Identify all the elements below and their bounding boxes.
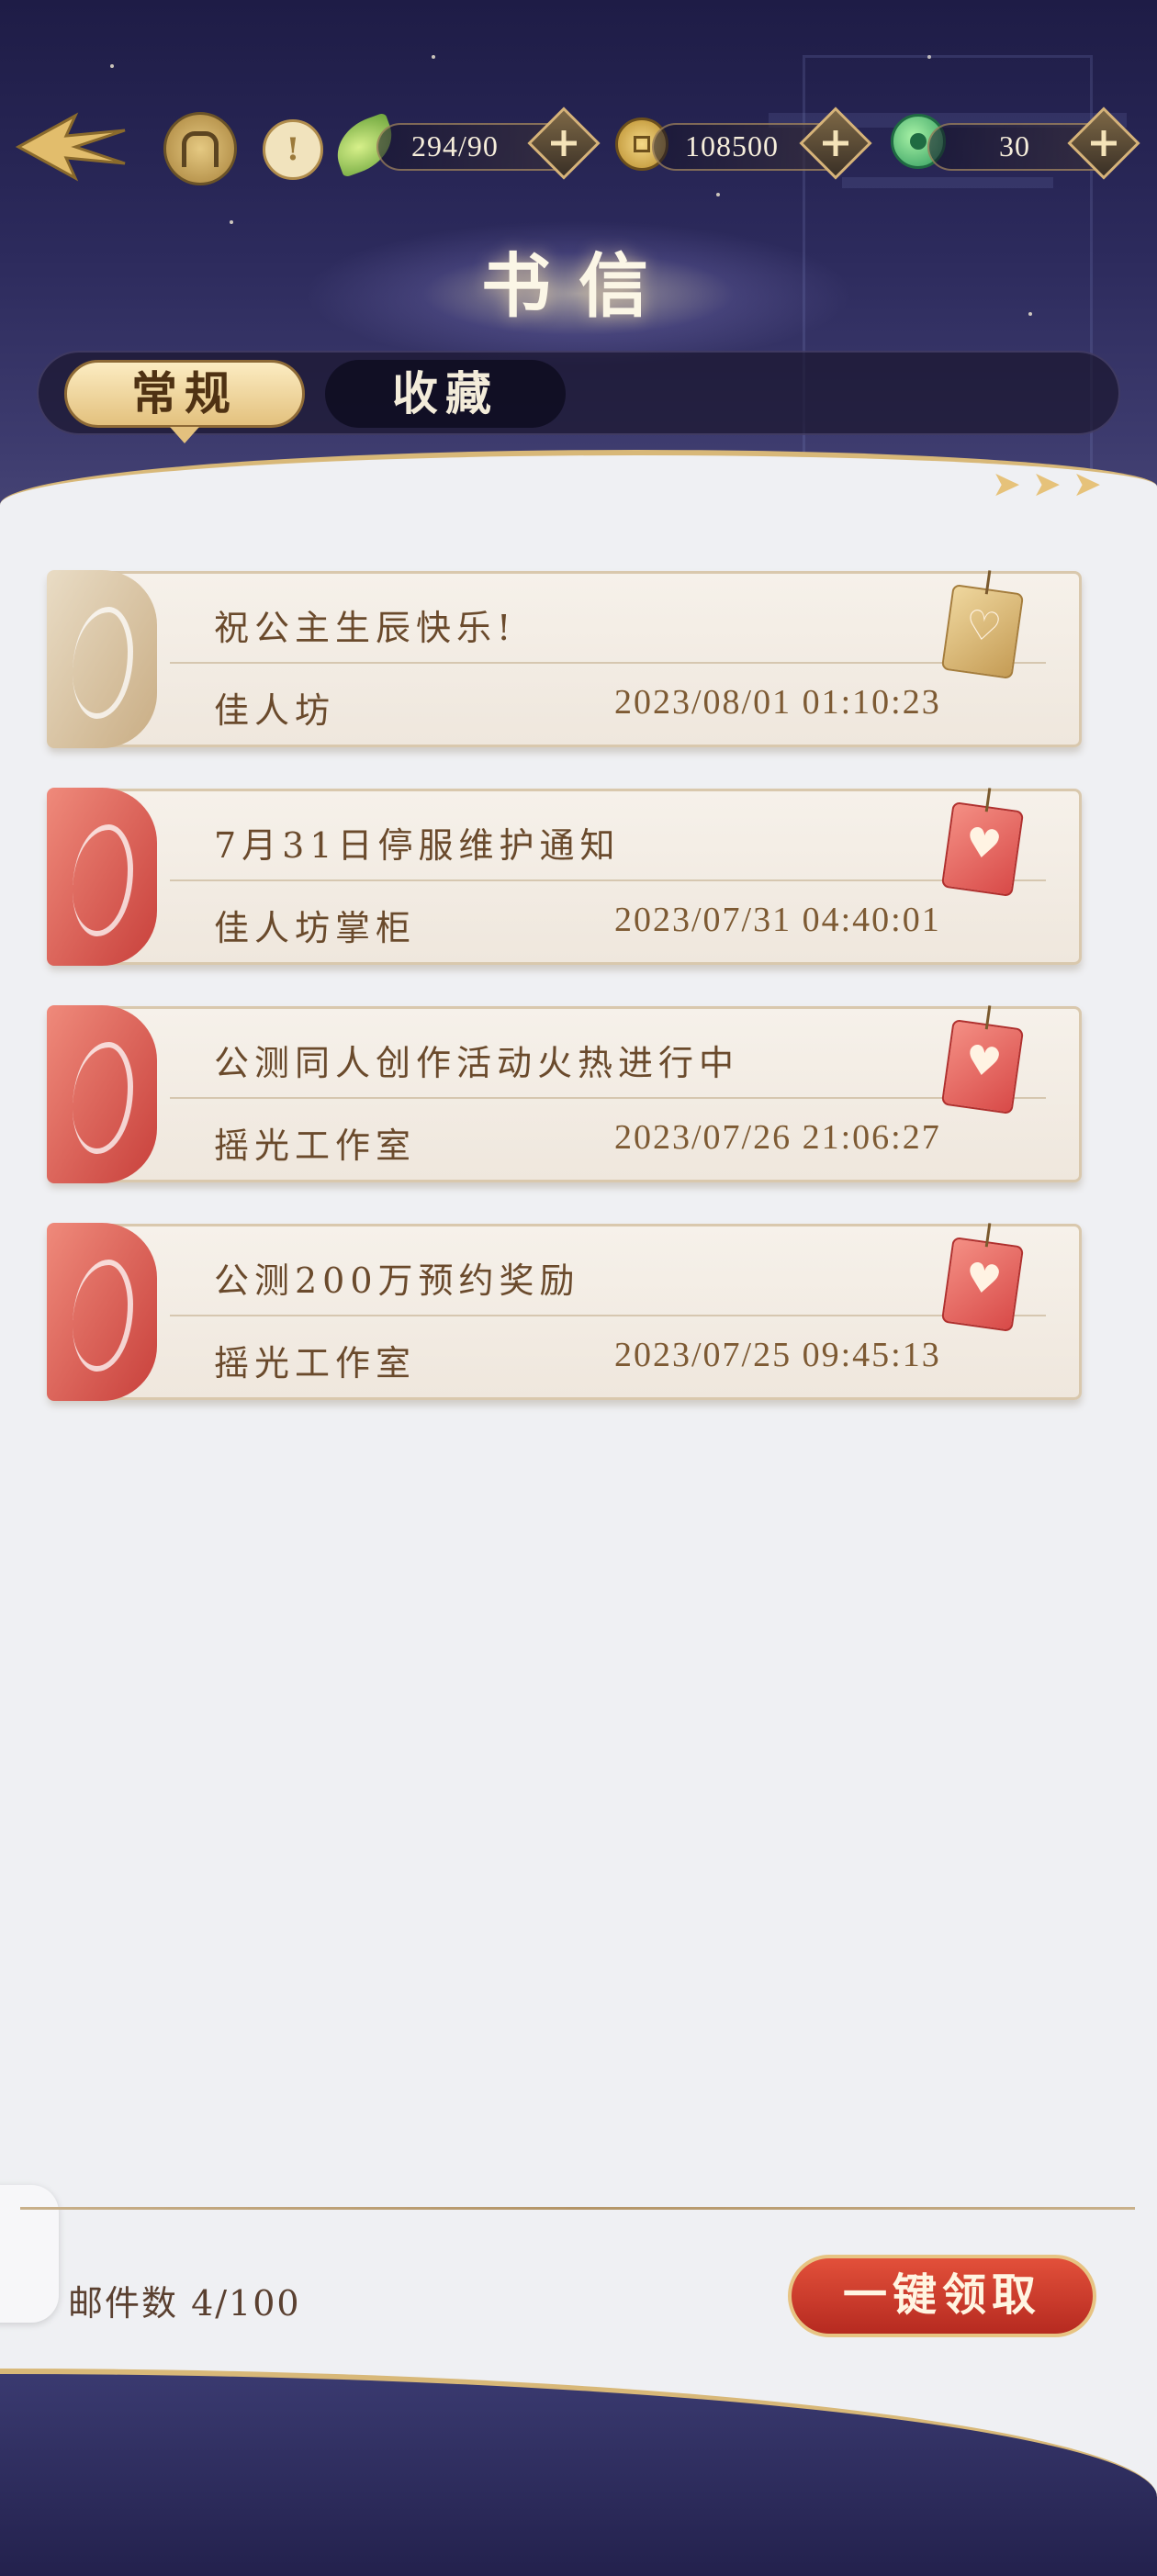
heart-tag-icon: ♥ [940,801,1025,897]
footer-divider [20,2207,1135,2210]
mail-timestamp: 2023/07/31 04:40:01 [614,901,941,939]
mail-divider [170,879,1046,881]
mail-timestamp: 2023/08/01 01:10:23 [614,683,941,722]
gate-icon-button[interactable] [163,112,237,185]
side-drawer-handle[interactable] [0,2185,59,2323]
mail-divider [170,662,1046,664]
mail-item[interactable]: 公测200万预约奖励 摇光工作室 2023/07/25 09:45:13 ♥ [47,1223,1082,1401]
mail-list: 祝公主生辰快乐! 佳人坊 2023/08/01 01:10:23 ♡ 7月31日… [47,570,1082,1441]
back-arrow-icon[interactable] [11,103,130,191]
mail-cloud-decoration [47,1005,157,1183]
mail-subject: 公测200万预约奖励 [214,1260,580,1301]
mail-divider [170,1315,1046,1316]
page-title: 书信 [481,245,676,327]
tab-favorites[interactable]: 收藏 [325,360,566,428]
gate-icon [182,130,219,167]
header: ! 294/90 108500 30 书信 常规 收藏 ➤ ➤ ➤ [0,0,1157,551]
opened-tag-icon: ♡ [940,584,1025,679]
mail-item[interactable]: 7月31日停服维护通知 佳人坊掌柜 2023/07/31 04:40:01 ♥ [47,788,1082,966]
mail-count: 邮件数 4/100 [68,2283,301,2324]
notice-icon-button[interactable]: ! [263,119,323,180]
stamina-value: 294/90 [411,129,499,162]
birds-decoration: ➤ ➤ ➤ [992,464,1102,504]
mail-subject: 公测同人创作活动火热进行中 [214,1043,740,1083]
mail-cloud-decoration [47,788,157,966]
mail-subject: 祝公主生辰快乐! [214,608,517,648]
mail-divider [170,1097,1046,1099]
coin-value: 108500 [685,129,779,162]
mail-subject: 7月31日停服维护通知 [214,825,621,866]
mail-sender: 摇光工作室 [214,1343,417,1383]
mail-cloud-decoration [47,570,157,748]
header-wave-divider [0,450,1157,551]
tab-regular[interactable]: 常规 [64,360,305,443]
mail-timestamp: 2023/07/25 09:45:13 [614,1336,941,1374]
mail-item[interactable]: 公测同人创作活动火热进行中 摇光工作室 2023/07/26 21:06:27 … [47,1005,1082,1183]
mail-sender: 摇光工作室 [214,1126,417,1166]
claim-all-button[interactable]: 一键领取 [788,2255,1096,2337]
jade-value: 30 [999,129,1030,162]
mail-sender: 佳人坊掌柜 [214,908,417,948]
bottom-wave-decoration [0,2369,1157,2576]
mail-sender: 佳人坊 [214,690,336,731]
mail-timestamp: 2023/07/26 21:06:27 [614,1118,941,1157]
coin-counter: 108500 [652,106,872,180]
jade-counter: 30 [927,106,1140,180]
heart-tag-icon: ♥ [940,1237,1025,1332]
mail-cloud-decoration [47,1223,157,1401]
tab-bar: 常规 收藏 [37,351,1120,443]
add-stamina-button[interactable] [527,106,601,180]
mail-item[interactable]: 祝公主生辰快乐! 佳人坊 2023/08/01 01:10:23 ♡ [47,570,1082,748]
stamina-counter: 294/90 [376,106,601,180]
heart-tag-icon: ♥ [940,1019,1025,1114]
